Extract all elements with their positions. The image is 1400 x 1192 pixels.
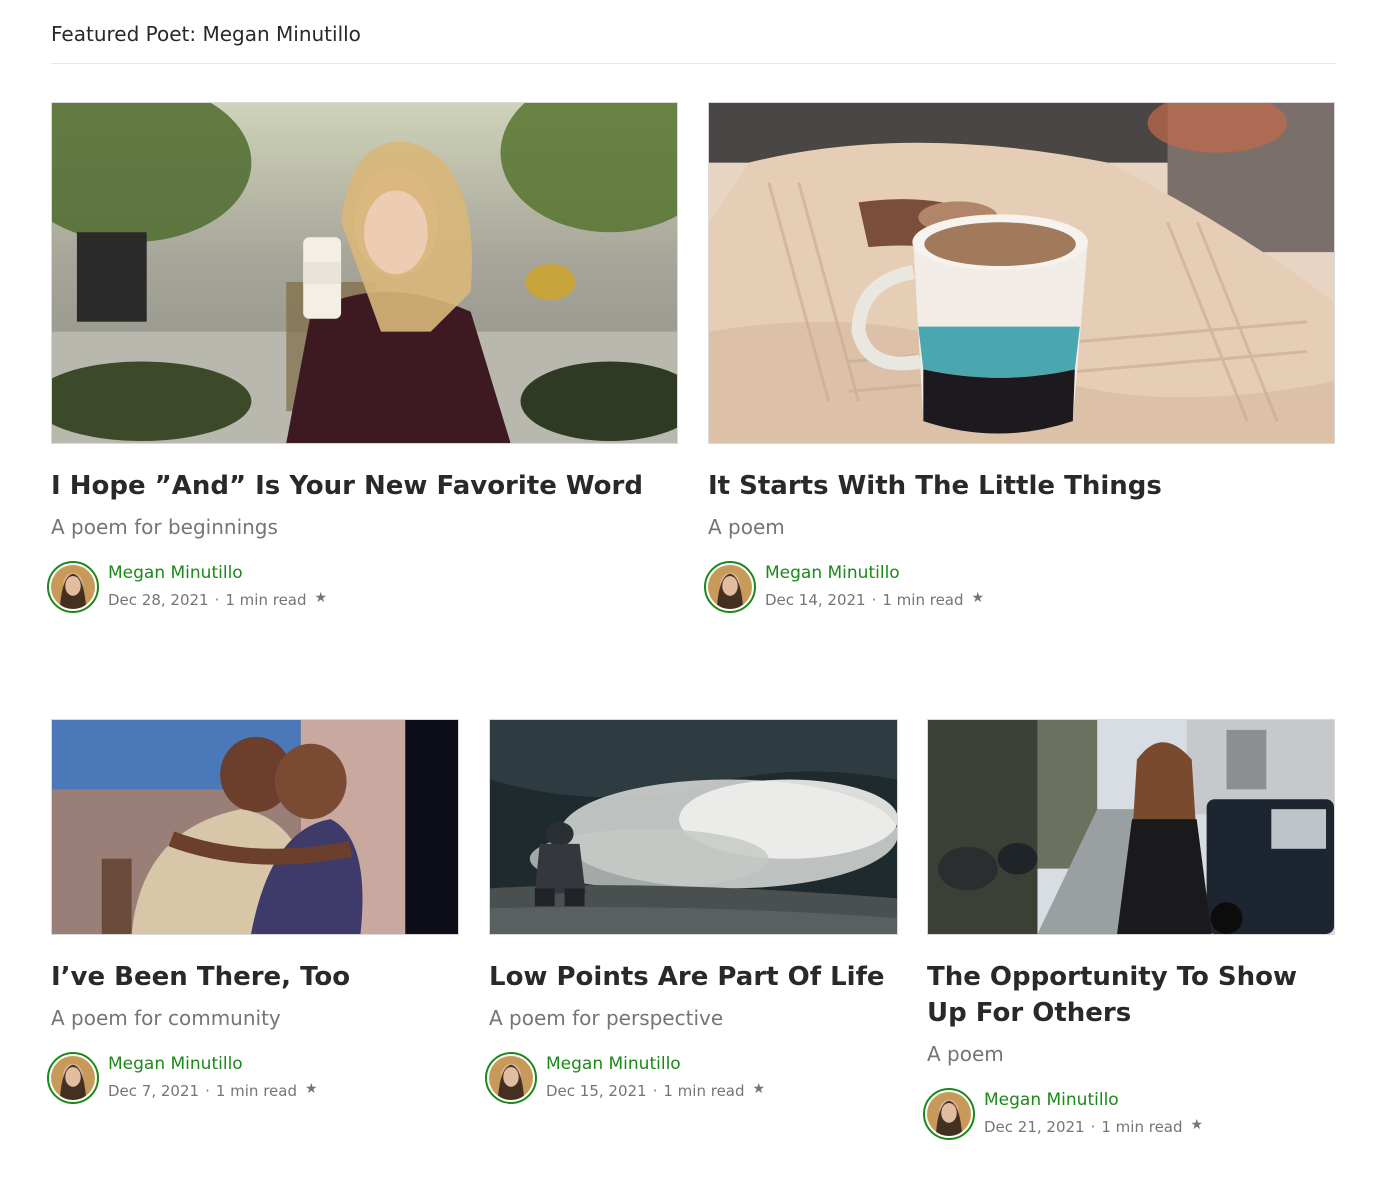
author-name[interactable]: Megan Minutillo [108, 563, 243, 583]
author-avatar[interactable] [485, 1052, 537, 1104]
story-image-woman-coffee[interactable] [51, 102, 678, 444]
story-subtitle[interactable]: A poem for perspective [489, 1004, 898, 1032]
dateline: Dec 14, 2021 · 1 min read ★ [765, 590, 985, 609]
publish-date: Dec 21, 2021 [984, 1118, 1085, 1136]
story-image-waves[interactable] [489, 719, 898, 935]
story-image-mug-sweater[interactable] [708, 102, 1335, 444]
read-time: 1 min read [225, 591, 307, 609]
author-avatar[interactable] [704, 561, 756, 613]
story-card[interactable]: The Opportunity To Show Up For Others A … [923, 719, 1335, 1144]
story-title[interactable]: I Hope ”And” Is Your New Favorite Word [51, 468, 678, 504]
separator-dot: · [214, 591, 220, 609]
publish-date: Dec 28, 2021 [108, 591, 209, 609]
star-icon: ★ [752, 1081, 766, 1097]
story-card[interactable]: It Starts With The Little Things A poem … [704, 102, 1335, 617]
star-icon: ★ [314, 590, 328, 606]
read-time: 1 min read [663, 1082, 745, 1100]
story-card[interactable]: I Hope ”And” Is Your New Favorite Word A… [47, 102, 678, 617]
section-title: Featured Poet: Megan Minutillo [51, 22, 361, 46]
read-time: 1 min read [882, 591, 964, 609]
read-time: 1 min read [215, 1082, 297, 1100]
story-meta: Megan Minutillo Dec 14, 2021 · 1 min read ★ [704, 561, 1335, 617]
publish-date: Dec 14, 2021 [765, 591, 866, 609]
author-avatar[interactable] [47, 1052, 99, 1104]
dateline: Dec 7, 2021 · 1 min read ★ [108, 1081, 318, 1100]
story-subtitle[interactable]: A poem for community [51, 1004, 459, 1032]
story-title[interactable]: Low Points Are Part Of Life [489, 959, 898, 995]
author-name[interactable]: Megan Minutillo [984, 1090, 1119, 1110]
separator-dot: · [205, 1082, 210, 1100]
publish-date: Dec 7, 2021 [108, 1082, 200, 1100]
dateline: Dec 28, 2021 · 1 min read ★ [108, 590, 328, 609]
story-subtitle[interactable]: A poem [708, 513, 1335, 541]
author-name[interactable]: Megan Minutillo [765, 563, 900, 583]
dateline: Dec 21, 2021 · 1 min read ★ [984, 1117, 1204, 1136]
section-header: Featured Poet: Megan Minutillo [51, 22, 1336, 64]
separator-dot: · [652, 1082, 658, 1100]
author-avatar[interactable] [47, 561, 99, 613]
story-title[interactable]: I’ve Been There, Too [51, 959, 459, 995]
star-icon: ★ [971, 590, 985, 606]
publish-date: Dec 15, 2021 [546, 1082, 647, 1100]
dateline: Dec 15, 2021 · 1 min read ★ [546, 1081, 766, 1100]
story-card[interactable]: I’ve Been There, Too A poem for communit… [47, 719, 459, 1108]
story-meta: Megan Minutillo Dec 28, 2021 · 1 min read ★ [47, 561, 678, 617]
story-meta: Megan Minutillo Dec 7, 2021 · 1 min read ★ [47, 1052, 459, 1108]
story-card[interactable]: Low Points Are Part Of Life A poem for p… [485, 719, 898, 1108]
story-meta: Megan Minutillo Dec 21, 2021 · 1 min read ★ [923, 1088, 1335, 1144]
story-meta: Megan Minutillo Dec 15, 2021 · 1 min read ★ [485, 1052, 898, 1108]
story-image-hug[interactable] [51, 719, 459, 935]
star-icon: ★ [1190, 1117, 1204, 1133]
read-time: 1 min read [1101, 1118, 1183, 1136]
story-image-street-laugh[interactable] [927, 719, 1335, 935]
story-subtitle[interactable]: A poem for beginnings [51, 513, 678, 541]
story-title[interactable]: The Opportunity To Show Up For Others [927, 959, 1335, 1031]
author-name[interactable]: Megan Minutillo [546, 1054, 681, 1074]
story-title[interactable]: It Starts With The Little Things [708, 468, 1335, 504]
separator-dot: · [871, 591, 877, 609]
star-icon: ★ [305, 1081, 318, 1097]
author-name[interactable]: Megan Minutillo [108, 1054, 243, 1074]
author-avatar[interactable] [923, 1088, 975, 1140]
story-subtitle[interactable]: A poem [927, 1040, 1335, 1068]
separator-dot: · [1090, 1118, 1096, 1136]
